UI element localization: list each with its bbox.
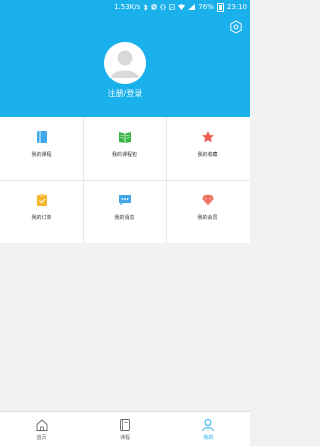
status-bar: 1.53K/s 76% 23:10 — [0, 0, 250, 14]
diamond-icon — [201, 192, 215, 207]
menu-item-my-course-packs[interactable]: 我的课程包 — [83, 117, 166, 180]
avatar[interactable] — [104, 42, 146, 84]
course-icon — [118, 417, 132, 431]
order-icon — [35, 192, 49, 206]
image-icon — [169, 4, 176, 10]
home-icon — [35, 417, 49, 431]
menu-item-my-membership[interactable]: 我的会员 — [166, 180, 249, 243]
menu-item-label: 我的订单 — [31, 215, 52, 221]
bottom-tab-bar: 首页 课程 我的 — [0, 411, 250, 446]
battery-percent: 76% — [198, 3, 214, 11]
menu-grid: 我的课程 我的课程包 我的收藏 我的订单 我的消息 我的会员 — [0, 117, 250, 243]
menu-item-label: 我的消息 — [114, 215, 135, 221]
nfc-icon — [151, 4, 157, 10]
tab-label: 课程 — [119, 435, 130, 441]
open-book-icon — [118, 129, 132, 143]
battery-icon — [216, 2, 224, 12]
menu-item-my-favorites[interactable]: 我的收藏 — [166, 117, 249, 180]
vibrate-icon — [160, 4, 166, 10]
profile-header: 注册/登录 — [0, 14, 250, 117]
menu-item-label: 我的课程 — [31, 152, 52, 158]
settings-icon[interactable] — [229, 19, 243, 34]
tab-mine[interactable]: 我的 — [167, 412, 250, 446]
tab-home[interactable]: 首页 — [0, 412, 83, 446]
tab-label: 我的 — [203, 435, 214, 441]
clock: 23:10 — [226, 3, 247, 11]
signal-icon — [188, 4, 196, 10]
tab-label: 首页 — [36, 435, 47, 441]
menu-item-label: 我的收藏 — [197, 152, 218, 158]
login-register-link[interactable]: 注册/登录 — [0, 88, 250, 99]
tab-courses[interactable]: 课程 — [83, 412, 166, 446]
bluetooth-icon — [143, 3, 148, 11]
menu-item-my-courses[interactable]: 我的课程 — [0, 117, 83, 180]
star-icon — [201, 129, 215, 143]
wifi-icon — [178, 4, 186, 10]
menu-item-label: 我的会员 — [197, 215, 218, 221]
menu-item-label: 我的课程包 — [111, 152, 137, 158]
person-icon — [201, 417, 215, 432]
book-icon — [35, 129, 49, 143]
network-speed: 1.53K/s — [114, 3, 141, 11]
menu-item-my-messages[interactable]: 我的消息 — [83, 180, 166, 243]
menu-item-my-orders[interactable]: 我的订单 — [0, 180, 83, 243]
message-icon — [118, 192, 132, 206]
